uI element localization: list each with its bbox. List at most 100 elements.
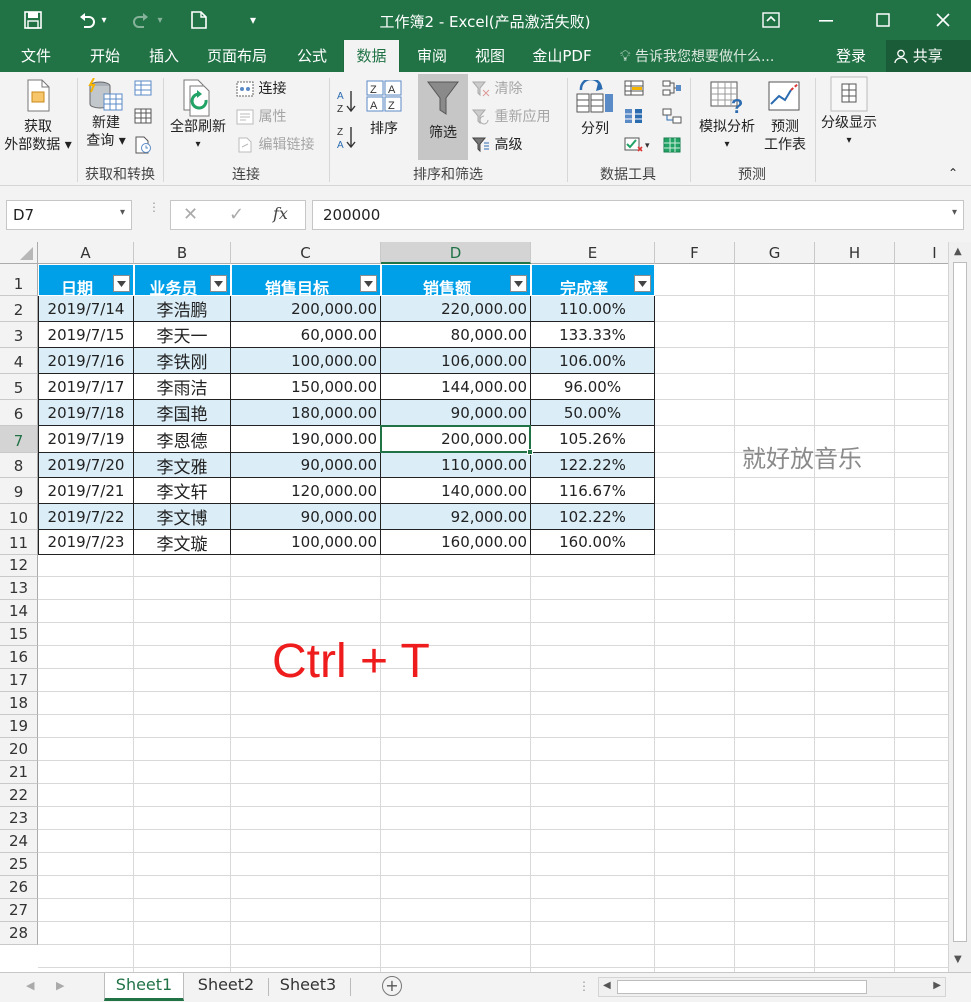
table-cell[interactable]: 2019/7/15 [38, 322, 134, 348]
sheet-tab-2[interactable]: Sheet2 [186, 973, 266, 1001]
column-header-i[interactable]: I [895, 242, 948, 264]
row-header-18[interactable]: 18 [0, 692, 38, 715]
table-cell[interactable]: 2019/7/19 [38, 426, 134, 453]
row-header-12[interactable]: 12 [0, 555, 38, 577]
from-table-icon[interactable] [134, 108, 152, 129]
table-cell[interactable]: 96.00% [531, 374, 655, 400]
relationships-icon[interactable] [662, 108, 682, 129]
row-header-2[interactable]: 2 [0, 296, 38, 322]
flash-fill-icon[interactable] [624, 80, 644, 101]
filter-dropdown-icon[interactable] [634, 275, 651, 292]
table-cell[interactable]: 2019/7/14 [38, 296, 134, 322]
table-cell[interactable]: 105.26% [531, 426, 655, 453]
row-header-17[interactable]: 17 [0, 669, 38, 692]
ribbon-display-options-icon[interactable] [754, 0, 788, 40]
column-header-a[interactable]: A [38, 242, 134, 264]
undo-dropdown-icon[interactable]: ▾ [94, 0, 114, 40]
remove-duplicates-icon[interactable] [624, 108, 644, 129]
table-cell[interactable]: 200,000.00 [231, 296, 381, 322]
scroll-down-icon[interactable]: ▼ [954, 954, 962, 965]
table-cell[interactable]: 李文轩 [134, 478, 231, 504]
filter-dropdown-icon[interactable] [510, 275, 527, 292]
insert-function-icon[interactable]: fx [273, 204, 288, 223]
column-header-h[interactable]: H [815, 242, 895, 264]
collapse-ribbon-icon[interactable]: ⌃ [948, 164, 958, 182]
tab-insert[interactable]: 插入 [136, 40, 192, 72]
sort-button[interactable]: ZAAZ 排序 [362, 80, 406, 138]
row-header-27[interactable]: 27 [0, 899, 38, 922]
table-cell[interactable]: 2019/7/22 [38, 504, 134, 530]
table-cell[interactable]: 2019/7/16 [38, 348, 134, 374]
table-cell[interactable]: 2019/7/18 [38, 400, 134, 426]
login-button[interactable]: 登录 [836, 40, 866, 72]
table-cell[interactable]: 110,000.00 [381, 453, 531, 478]
sort-ascending-icon[interactable]: AZ [336, 88, 358, 119]
table-cell[interactable]: 李文雅 [134, 453, 231, 478]
select-all-corner[interactable] [0, 242, 38, 264]
row-header-15[interactable]: 15 [0, 623, 38, 646]
sheet-tab-1[interactable]: Sheet1 [104, 973, 184, 1001]
table-cell[interactable]: 92,000.00 [381, 504, 531, 530]
row-header-1[interactable]: 1 [0, 264, 38, 296]
new-query-button[interactable]: 新建 查询 ▾ [80, 78, 132, 150]
tabs-splitter-icon[interactable]: ⋮ [578, 979, 590, 993]
scroll-thumb[interactable] [953, 262, 967, 942]
table-cell[interactable]: 190,000.00 [231, 426, 381, 453]
table-cell[interactable]: 200,000.00 [381, 426, 531, 453]
what-if-analysis-button[interactable]: ? 模拟分析 ▾ [694, 80, 760, 154]
sort-descending-icon[interactable]: ZA [336, 124, 358, 155]
table-header-cell[interactable]: 销售额 [381, 264, 531, 298]
scroll-left-icon[interactable]: ◀ [603, 980, 611, 991]
row-header-25[interactable]: 25 [0, 853, 38, 876]
row-header-19[interactable]: 19 [0, 715, 38, 738]
table-cell[interactable]: 李文博 [134, 504, 231, 530]
row-header-24[interactable]: 24 [0, 830, 38, 853]
save-icon[interactable] [16, 0, 50, 40]
table-cell[interactable]: 180,000.00 [231, 400, 381, 426]
table-cell[interactable]: 90,000.00 [231, 504, 381, 530]
table-cell[interactable]: 60,000.00 [231, 322, 381, 348]
column-header-f[interactable]: F [655, 242, 735, 264]
new-document-icon[interactable] [182, 0, 216, 40]
advanced-filter-button[interactable]: 高级 [472, 136, 522, 154]
vertical-scrollbar[interactable]: ▲ ▼ [948, 242, 971, 972]
name-box[interactable]: D7 ▾ [6, 200, 132, 230]
table-cell[interactable]: 106.00% [531, 348, 655, 374]
table-cell[interactable]: 102.22% [531, 504, 655, 530]
table-cell[interactable]: 80,000.00 [381, 322, 531, 348]
maximize-icon[interactable] [866, 0, 900, 40]
data-validation-icon[interactable]: ▾ [624, 136, 654, 157]
formula-input[interactable]: 200000 ▾ [312, 200, 964, 230]
tab-kingsoft-pdf[interactable]: 金山PDF [522, 40, 602, 72]
row-header-26[interactable]: 26 [0, 876, 38, 899]
get-external-data-button[interactable]: 获取 外部数据 ▾ [2, 78, 74, 154]
table-cell[interactable]: 160.00% [531, 530, 655, 555]
minimize-icon[interactable] [809, 0, 843, 40]
table-cell[interactable]: 李国艳 [134, 400, 231, 426]
table-cell[interactable]: 116.67% [531, 478, 655, 504]
table-header-cell[interactable]: 销售目标 [231, 264, 381, 298]
table-cell[interactable]: 50.00% [531, 400, 655, 426]
table-cell[interactable]: 李雨洁 [134, 374, 231, 400]
tab-review[interactable]: 审阅 [404, 40, 460, 72]
expand-formula-bar-icon[interactable]: ▾ [952, 207, 957, 218]
customize-qat-icon[interactable]: ▾ [238, 0, 268, 40]
row-header-3[interactable]: 3 [0, 322, 38, 348]
row-header-23[interactable]: 23 [0, 807, 38, 830]
table-cell[interactable]: 120,000.00 [231, 478, 381, 504]
edit-links-button[interactable]: 编辑链接 [236, 136, 314, 154]
text-to-columns-button[interactable]: 分列 [572, 80, 618, 138]
filter-dropdown-icon[interactable] [210, 275, 227, 292]
redo-dropdown-icon[interactable]: ▾ [150, 0, 170, 40]
filter-dropdown-icon[interactable] [113, 275, 130, 292]
tab-file[interactable]: 文件 [6, 40, 66, 72]
scroll-up-icon[interactable]: ▲ [954, 246, 962, 257]
refresh-all-button[interactable]: 全部刷新 ▾ [166, 78, 230, 154]
scroll-tabs-right-icon[interactable]: ▶ [56, 979, 64, 992]
table-header-cell[interactable]: 完成率 [531, 264, 655, 298]
table-header-cell[interactable]: 业务员 [134, 264, 231, 298]
tab-view[interactable]: 视图 [462, 40, 518, 72]
outline-button[interactable]: 分级显示 ▾ [816, 76, 882, 150]
row-header-8[interactable]: 8 [0, 453, 38, 478]
table-cell[interactable]: 2019/7/23 [38, 530, 134, 555]
